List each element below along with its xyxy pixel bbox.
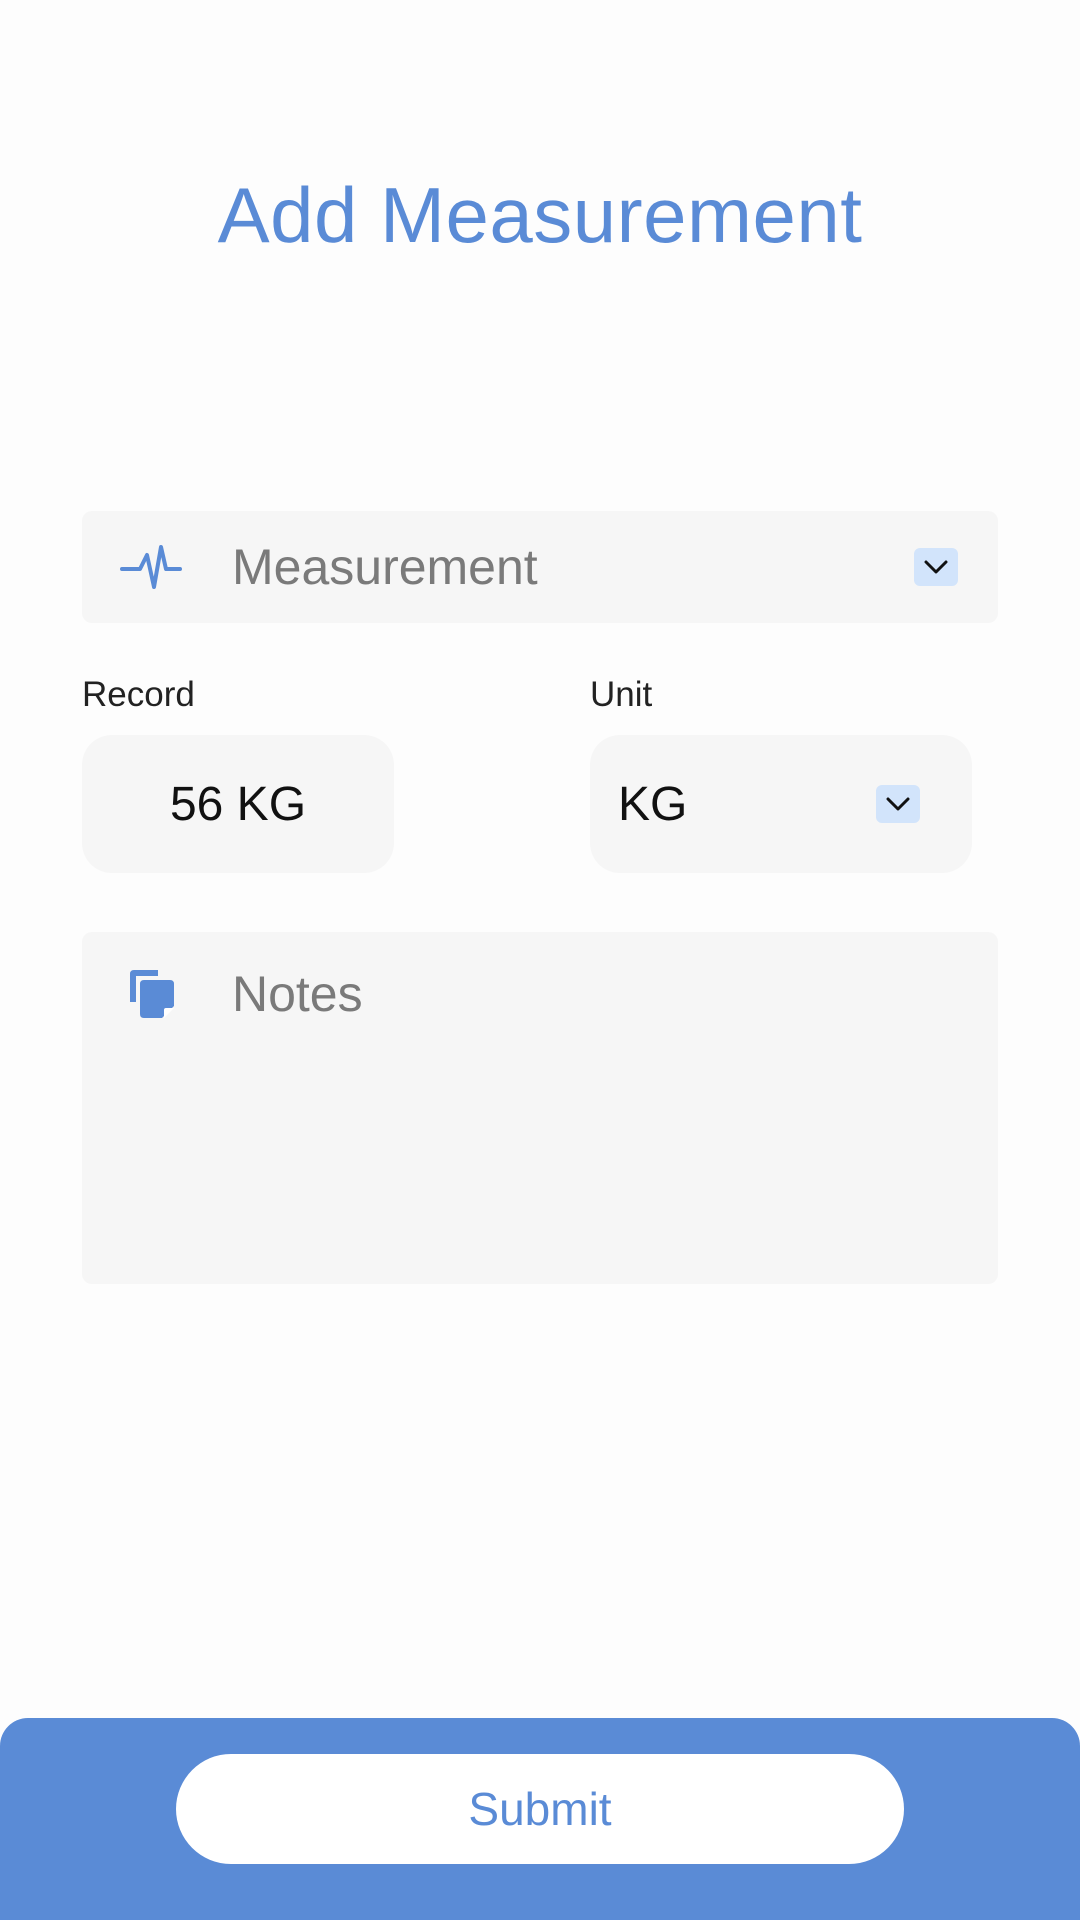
chevron-down-icon[interactable]: [876, 785, 920, 823]
record-input[interactable]: 56 KG: [82, 735, 394, 873]
record-label: Record: [82, 675, 195, 714]
add-measurement-screen: Add Measurement Measurement Record Unit …: [0, 0, 1080, 1920]
unit-dropdown[interactable]: KG: [590, 735, 972, 873]
unit-label: Unit: [590, 675, 653, 714]
footer-bar: Submit: [0, 1718, 1080, 1920]
pulse-icon: [120, 545, 182, 589]
chevron-down-icon[interactable]: [914, 548, 958, 586]
notes-placeholder: Notes: [232, 966, 363, 1022]
measurement-dropdown[interactable]: Measurement: [82, 511, 998, 623]
record-value: 56 KG: [169, 777, 307, 831]
unit-value: KG: [618, 778, 688, 831]
page-title: Add Measurement: [217, 171, 863, 259]
measurement-placeholder: Measurement: [232, 539, 538, 595]
submit-button[interactable]: Submit: [176, 1754, 904, 1864]
notes-icon: [130, 970, 174, 1018]
notes-textarea[interactable]: Notes: [82, 932, 998, 1284]
